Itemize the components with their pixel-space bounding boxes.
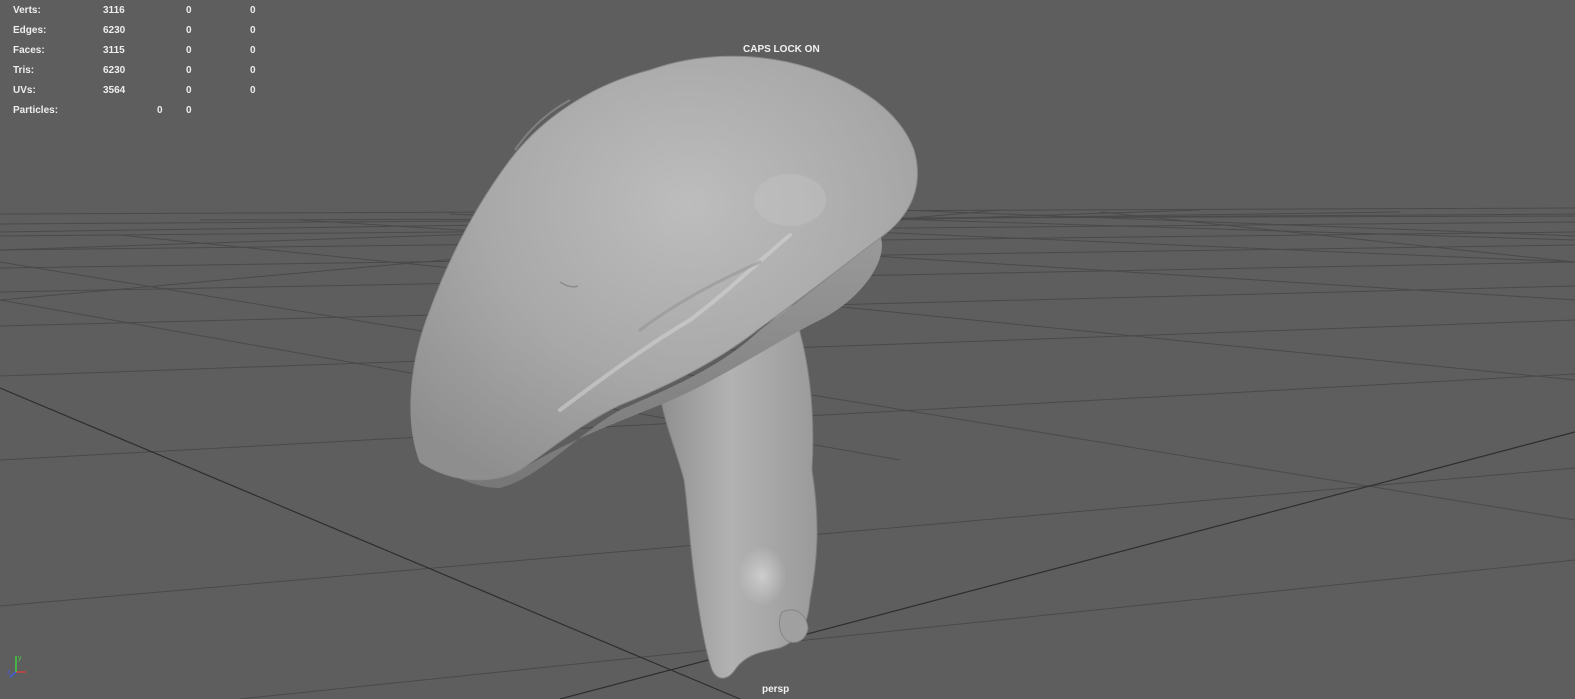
hud-label: Particles: — [13, 105, 59, 116]
hud-value: 0 — [186, 85, 192, 96]
hud-value: 0 — [250, 65, 256, 76]
hud-value: 3564 — [103, 85, 126, 96]
axis-gizmo-icon: y z — [7, 655, 26, 678]
axis-y-letter: y — [18, 655, 22, 662]
hud-label: Verts: — [13, 5, 41, 16]
hud-value: 0 — [186, 65, 192, 76]
hud-label: UVs: — [13, 85, 36, 96]
caps-lock-indicator: CAPS LOCK ON — [743, 44, 820, 55]
hud-label: Edges: — [13, 25, 47, 36]
hud-label: Faces: — [13, 45, 45, 56]
hud-value: 0 — [186, 105, 192, 116]
perspective-viewport[interactable]: Verts: 3116 0 0 Edges: 6230 0 0 Faces: 3… — [0, 0, 1575, 699]
hud-value: 3115 — [103, 45, 125, 56]
hud-label: Tris: — [13, 65, 35, 76]
axis-z-letter: z — [7, 669, 11, 676]
hud-value: 0 — [250, 25, 256, 36]
hud-value: 3116 — [103, 5, 125, 16]
hud-value: 0 — [186, 25, 192, 36]
hud-value: 6230 — [103, 65, 126, 76]
hud-value: 0 — [250, 85, 256, 96]
camera-name-label: persp — [762, 684, 790, 695]
hud-value: 0 — [157, 105, 163, 116]
hud-value: 0 — [186, 5, 192, 16]
hud-value: 0 — [250, 5, 256, 16]
axis-z-line — [9, 671, 17, 678]
hud-value: 6230 — [103, 25, 126, 36]
hud-value: 0 — [186, 45, 192, 56]
scene-3d[interactable] — [0, 0, 1575, 699]
hud-value: 0 — [250, 45, 256, 56]
mushroom-mesh[interactable] — [410, 55, 918, 679]
